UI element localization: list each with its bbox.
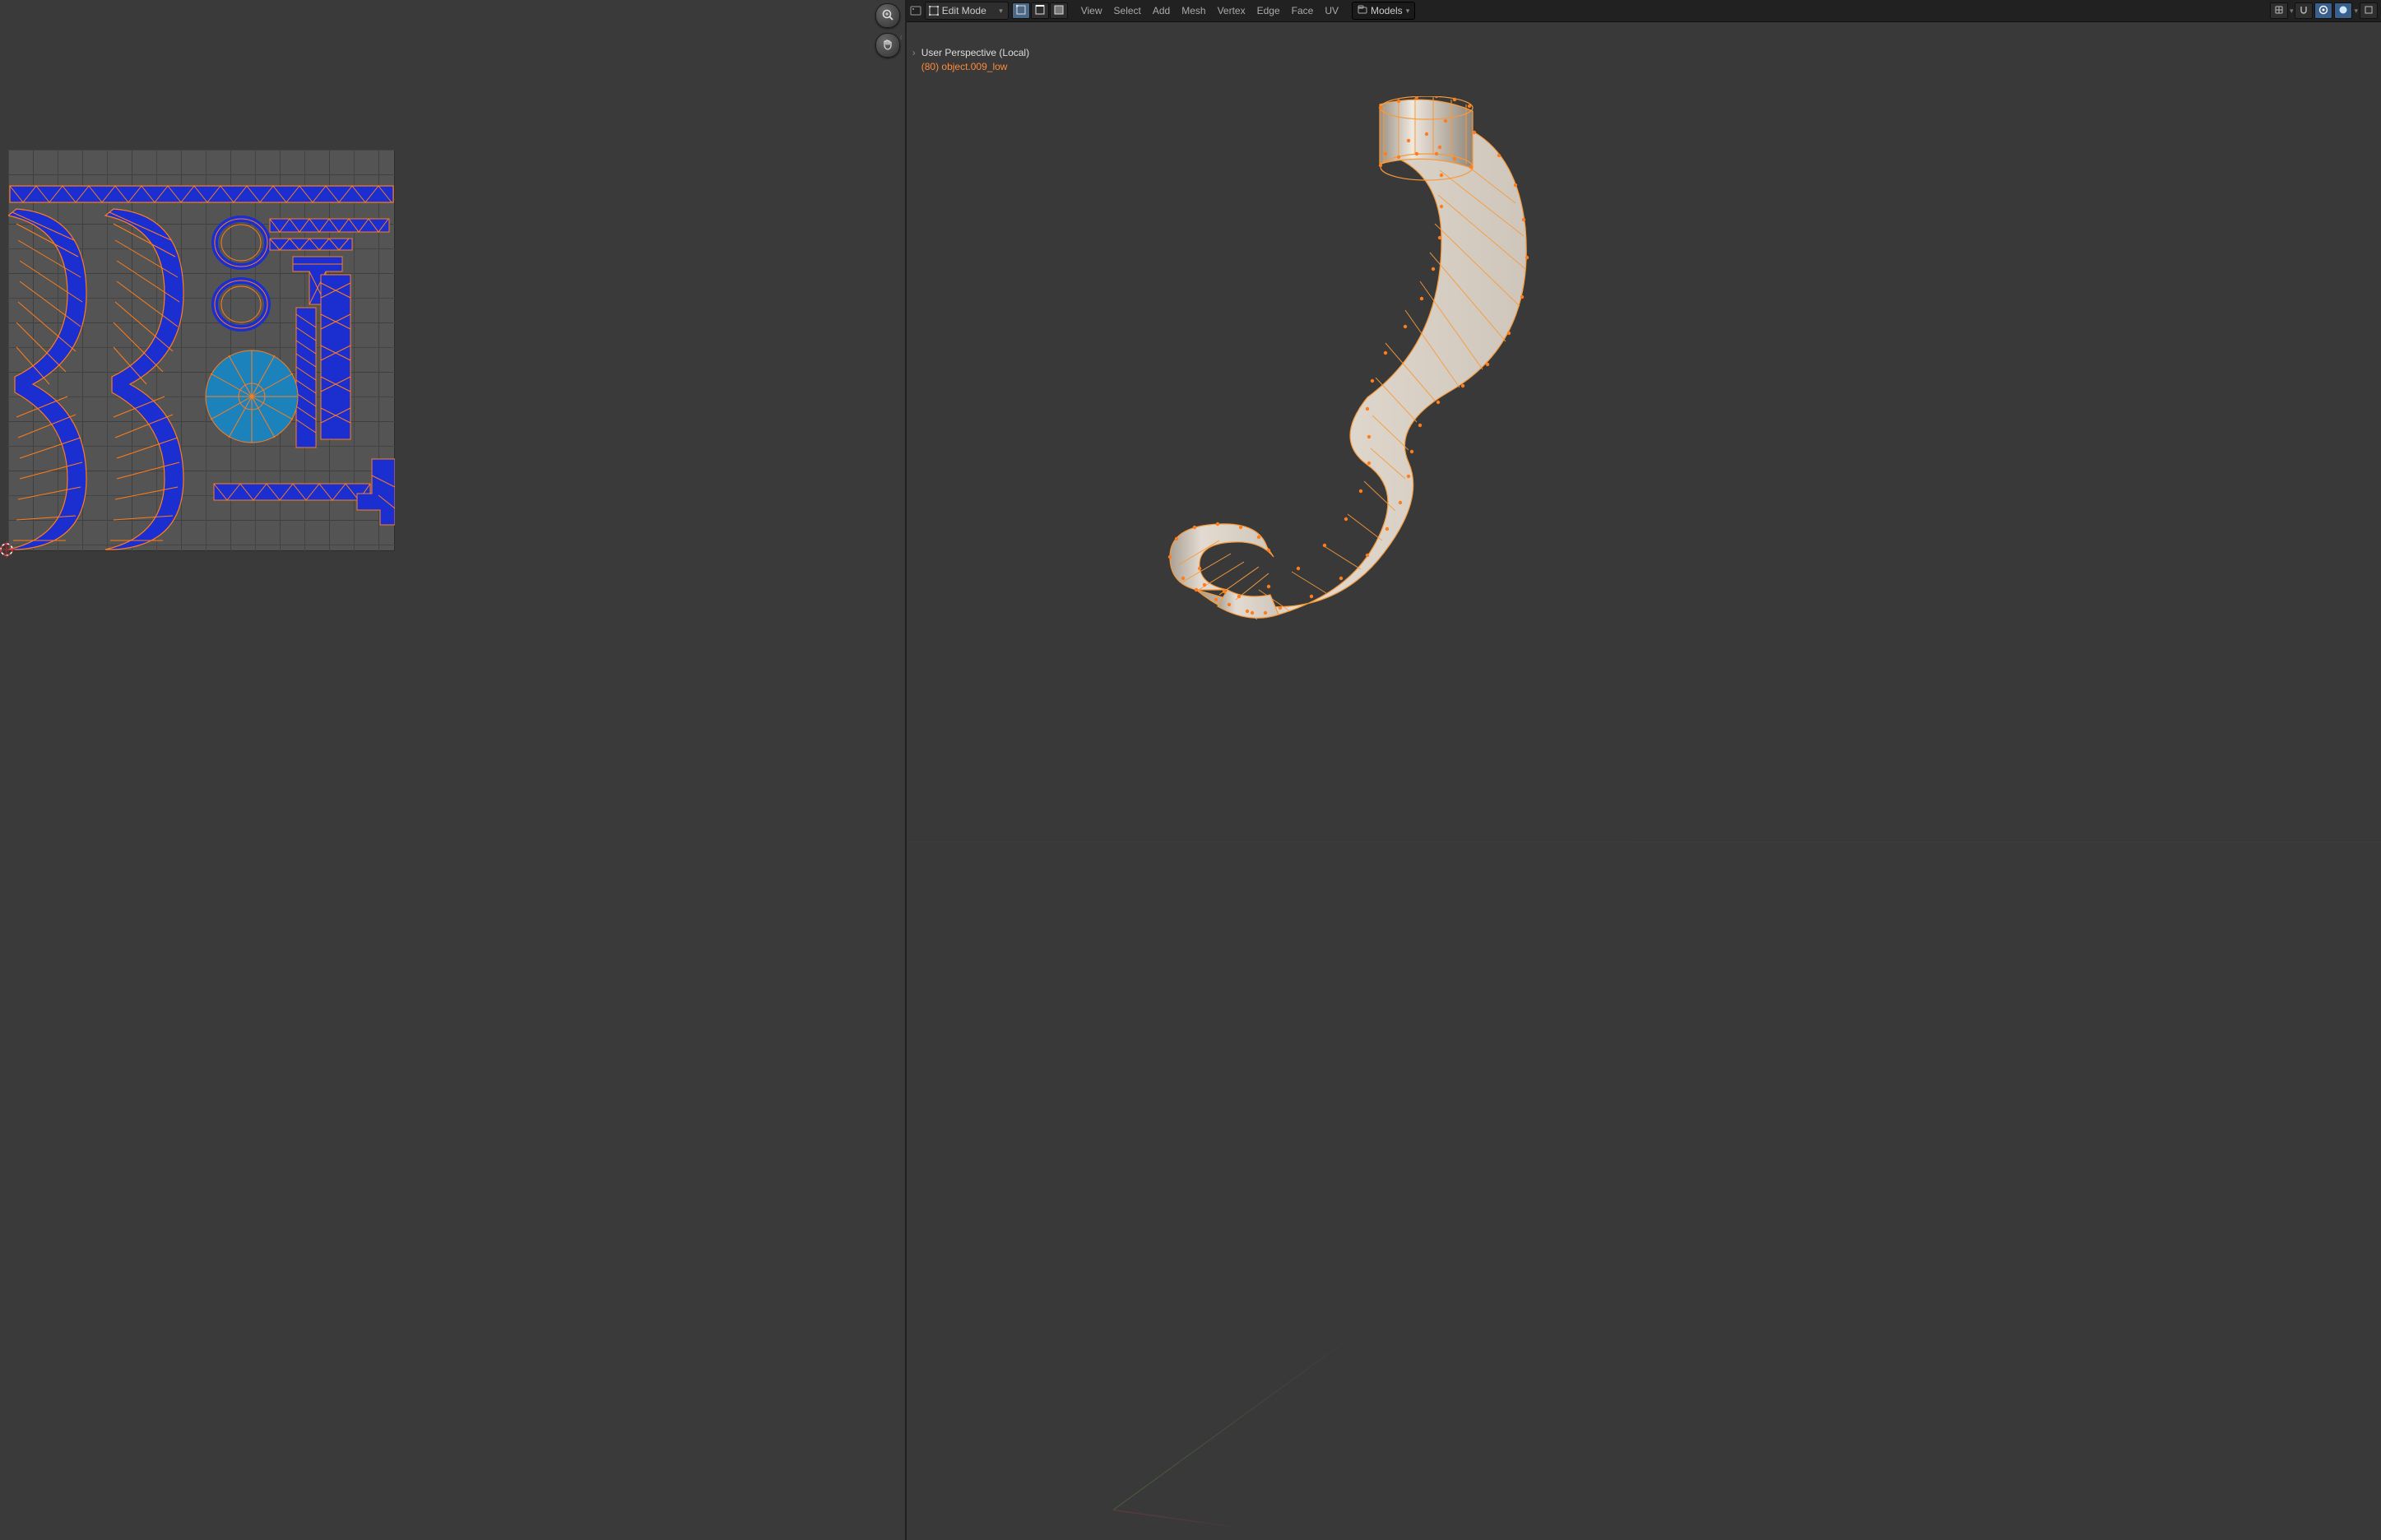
shading-button[interactable]	[2334, 2, 2352, 19]
mesh-bottom-curl	[1170, 524, 1279, 618]
viewport-overlay-text: User Perspective (Local) (80) object.009…	[921, 47, 1029, 73]
magnet-button[interactable]	[2295, 2, 2313, 19]
select-vertex-button[interactable]	[1012, 2, 1030, 19]
uv-island-ring-1	[215, 219, 267, 267]
uv-2d-cursor	[0, 541, 15, 558]
proportional-icon	[2318, 5, 2328, 17]
uv-island-strip-top	[10, 186, 393, 202]
mode-select[interactable]: Edit Mode ▾	[925, 2, 1009, 20]
collection-label: Models	[1371, 5, 1403, 16]
3d-viewport-pane: Edit Mode ▾ View Select Add Mesh	[907, 0, 2381, 1540]
grid-icon	[2274, 5, 2284, 17]
uv-island-rect-vert	[321, 275, 350, 439]
vertex-select-icon	[1016, 5, 1026, 17]
uv-island-rect-vert-2	[296, 308, 316, 448]
collection-select[interactable]: Models ▾	[1352, 2, 1415, 20]
3d-header: Edit Mode ▾ View Select Add Mesh	[907, 0, 2381, 22]
menu-bar: View Select Add Mesh Vertex Edge Face UV	[1076, 3, 1344, 18]
uv-islands	[8, 150, 395, 551]
axis-x-line	[1113, 1510, 1260, 1531]
uv-island-curve-b	[105, 209, 183, 550]
3d-viewport[interactable]: › User Perspective (Local) (80) object.0…	[907, 22, 2381, 1540]
visibility-popover-button[interactable]	[2270, 2, 2288, 19]
chevron-down-icon: ▾	[1406, 7, 1410, 16]
mesh-object	[1055, 96, 1565, 689]
editor-type-icon[interactable]	[910, 5, 921, 16]
uv-island-strip-b	[270, 239, 352, 250]
select-edge-button[interactable]	[1031, 2, 1049, 19]
zoom-button[interactable]	[875, 3, 900, 28]
menu-uv[interactable]: UV	[1320, 3, 1344, 18]
menu-select[interactable]: Select	[1109, 3, 1146, 18]
edit-mode-icon	[929, 6, 939, 16]
shading-icon	[2338, 5, 2348, 17]
magnet-icon	[2299, 5, 2309, 17]
face-select-icon	[1054, 5, 1064, 17]
maximize-button[interactable]	[2360, 2, 2378, 19]
uv-island-strip-a	[270, 219, 389, 232]
zoom-icon	[881, 8, 894, 24]
sidebar-expand-caret[interactable]: ›	[910, 49, 918, 57]
active-object-label: (80) object.009_low	[921, 61, 1029, 74]
panel-expand-caret[interactable]: ‹	[900, 30, 903, 43]
menu-mesh[interactable]: Mesh	[1177, 3, 1210, 18]
edge-select-icon	[1035, 5, 1045, 17]
menu-face[interactable]: Face	[1287, 3, 1319, 18]
collection-icon	[1358, 5, 1367, 17]
uv-island-disk	[206, 350, 298, 443]
menu-edge[interactable]: Edge	[1252, 3, 1285, 18]
menu-view[interactable]: View	[1076, 3, 1107, 18]
menu-add[interactable]: Add	[1148, 3, 1175, 18]
select-face-button[interactable]	[1050, 2, 1068, 19]
chevron-down-icon: ▾	[2354, 7, 2358, 16]
pan-button[interactable]	[875, 33, 900, 58]
uv-editor-pane: ‹	[0, 0, 907, 1540]
uv-canvas[interactable]	[8, 150, 395, 551]
uv-island-strip-bottom	[214, 484, 370, 500]
chevron-down-icon: ▾	[2290, 7, 2294, 16]
select-mode-group	[1012, 2, 1068, 19]
maximize-icon	[2364, 5, 2374, 17]
axis-y-line	[1112, 1326, 1366, 1510]
chevron-down-icon: ▾	[999, 7, 1003, 16]
view-label: User Perspective (Local)	[921, 47, 1029, 60]
header-right-tools: ▾ ▾	[2270, 2, 2378, 19]
uv-toolbar	[875, 3, 900, 58]
menu-vertex[interactable]: Vertex	[1213, 3, 1251, 18]
prop-edit-button[interactable]	[2314, 2, 2332, 19]
uv-island-curve-a	[8, 209, 86, 550]
hand-icon	[881, 38, 894, 53]
uv-island-ring-2	[215, 281, 267, 328]
mode-label: Edit Mode	[942, 5, 986, 16]
